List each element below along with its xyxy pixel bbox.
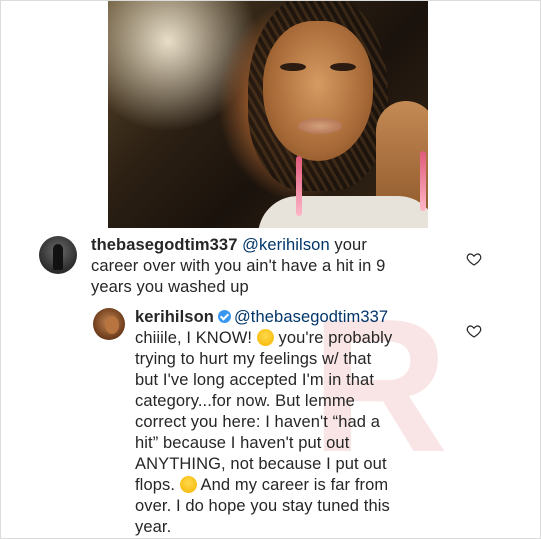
reply-mention[interactable]: @thebasegodtim337	[234, 308, 388, 326]
heart-outline-icon[interactable]	[466, 323, 482, 339]
heart-outline-icon[interactable]	[466, 251, 482, 267]
post-photo	[108, 1, 428, 228]
laughing-crying-emoji	[256, 329, 274, 346]
instagram-comment-screenshot: R thebasegodtim337 @kerihilson your care…	[0, 0, 541, 539]
comment-mention[interactable]: @kerihilson	[242, 236, 330, 254]
avatar[interactable]	[39, 236, 77, 274]
comment-text: thebasegodtim337 @kerihilson your career…	[91, 236, 386, 296]
verified-badge-icon	[217, 310, 231, 323]
avatar[interactable]	[93, 308, 125, 340]
reply-text: kerihilson @thebasegodtim337 chiiile, I K…	[135, 308, 393, 536]
reply-username[interactable]: kerihilson	[135, 308, 214, 326]
winking-emoji	[179, 476, 197, 493]
comment-username[interactable]: thebasegodtim337	[91, 236, 237, 254]
